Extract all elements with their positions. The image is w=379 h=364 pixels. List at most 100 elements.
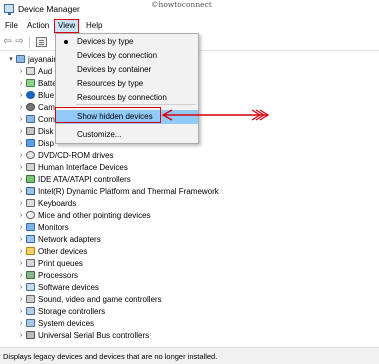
tree-item-label: Print queues: [38, 258, 83, 268]
tree-item-label: Keyboards: [38, 198, 77, 208]
menu-view[interactable]: View: [54, 19, 80, 33]
chevron-right-icon[interactable]: ›: [16, 92, 26, 99]
chevron-right-icon[interactable]: ›: [16, 200, 26, 207]
tree-item-label: Mice and other pointing devices: [38, 210, 151, 220]
tree-item-label: Human Interface Devices: [38, 162, 128, 172]
tree-item-batteries[interactable]: › Batte: [16, 77, 57, 89]
tree-item-label: Monitors: [38, 222, 69, 232]
computer-icon: [16, 55, 25, 63]
software-icon: [26, 283, 35, 291]
tree-root-label: jayanair: [28, 54, 57, 64]
tree-item-label: Disk: [38, 126, 54, 136]
toolbar-separator: [29, 37, 30, 48]
tree-item-computer[interactable]: › Com: [16, 113, 55, 125]
tree-item-sound[interactable]: › Sound, video and game controllers: [16, 293, 162, 305]
chevron-right-icon[interactable]: ›: [16, 116, 26, 123]
tree-item-audio[interactable]: › Aud: [16, 65, 52, 77]
tree-item-display-adapters[interactable]: › Disp: [16, 137, 54, 149]
mouse-icon: [26, 211, 35, 219]
chevron-right-icon[interactable]: ›: [16, 296, 26, 303]
monitor-icon: [26, 223, 35, 231]
other-devices-icon: [26, 247, 35, 255]
tree-item-print-queues[interactable]: › Print queues: [16, 257, 83, 269]
chevron-right-icon[interactable]: ›: [16, 320, 26, 327]
chevron-right-icon[interactable]: ›: [16, 68, 26, 75]
chevron-right-icon[interactable]: ›: [16, 308, 26, 315]
chevron-right-icon[interactable]: ›: [16, 80, 26, 87]
tree-item-label: Batte: [38, 78, 57, 88]
tree-item-label: Blue: [38, 90, 55, 100]
chevron-right-icon[interactable]: ›: [16, 140, 26, 147]
title-bar: Device Manager ©howtoconnect: [0, 0, 379, 18]
tree-item-usb[interactable]: › Universal Serial Bus controllers: [16, 329, 149, 341]
chevron-right-icon[interactable]: ›: [16, 188, 26, 195]
chevron-right-icon[interactable]: ›: [16, 164, 26, 171]
chevron-right-icon[interactable]: ›: [16, 332, 26, 339]
view-devices-by-container[interactable]: Devices by container: [56, 63, 198, 77]
chevron-right-icon[interactable]: ›: [16, 260, 26, 267]
menu-item-label: Devices by type: [77, 37, 134, 46]
tree-item-storage[interactable]: › Storage controllers: [16, 305, 105, 317]
computer-icon: [26, 115, 35, 123]
tree-item-label: Intel(R) Dynamic Platform and Thermal Fr…: [38, 186, 219, 196]
tree-item-label: System devices: [38, 318, 95, 328]
view-menu: Devices by type Devices by connection De…: [55, 33, 199, 144]
tree-item-cameras[interactable]: › Cam: [16, 101, 55, 113]
tree-item-other-devices[interactable]: › Other devices: [16, 245, 88, 257]
tree-item-label: Processors: [38, 270, 79, 280]
menu-help[interactable]: Help: [83, 20, 105, 32]
menu-file[interactable]: File: [2, 20, 21, 32]
view-devices-by-connection[interactable]: Devices by connection: [56, 49, 198, 63]
menu-action[interactable]: Action: [24, 20, 52, 32]
display-adapter-icon: [26, 139, 35, 147]
tree-item-intel[interactable]: › Intel(R) Dynamic Platform and Thermal …: [16, 185, 219, 197]
tree-item-dvd[interactable]: › DVD/CD-ROM drives: [16, 149, 114, 161]
back-arrow-icon[interactable]: ⇦: [2, 37, 13, 47]
tree-item-network[interactable]: › Network adapters: [16, 233, 101, 245]
tree-item-bluetooth[interactable]: › Blue: [16, 89, 54, 101]
chevron-right-icon[interactable]: ›: [16, 128, 26, 135]
tree-item-processors[interactable]: › Processors: [16, 269, 78, 281]
arrow-pointer-icon: [161, 109, 270, 121]
tree-item-label: Cam: [38, 102, 55, 112]
properties-icon[interactable]: [36, 37, 47, 47]
tree-item-disk-drives[interactable]: › Disk: [16, 125, 54, 137]
status-bar: Displays legacy devices and devices that…: [0, 347, 379, 364]
chevron-right-icon[interactable]: ›: [16, 248, 26, 255]
view-devices-by-type[interactable]: Devices by type: [56, 35, 198, 49]
tree-item-ide[interactable]: › IDE ATA/ATAPI controllers: [16, 173, 131, 185]
camera-icon: [26, 103, 35, 111]
chevron-down-icon[interactable]: ▾: [6, 55, 16, 63]
tree-root[interactable]: ▾ jayanair: [6, 53, 56, 65]
view-customize[interactable]: Customize...: [56, 128, 198, 142]
view-resources-by-connection[interactable]: Resources by connection: [56, 91, 198, 105]
view-resources-by-type[interactable]: Resources by type: [56, 77, 198, 91]
tree-item-keyboards[interactable]: › Keyboards: [16, 197, 76, 209]
chevron-right-icon[interactable]: ›: [16, 176, 26, 183]
menu-bar: File Action View Help: [0, 18, 379, 33]
window-title: Device Manager: [18, 4, 80, 14]
tree-item-monitors[interactable]: › Monitors: [16, 221, 69, 233]
menu-item-label: Devices by container: [77, 65, 152, 74]
chevron-right-icon[interactable]: ›: [16, 284, 26, 291]
chevron-right-icon[interactable]: ›: [16, 236, 26, 243]
tree-item-label: DVD/CD-ROM drives: [38, 150, 114, 160]
tree-item-system-devices[interactable]: › System devices: [16, 317, 94, 329]
tree-item-label: Disp: [38, 138, 55, 148]
chevron-right-icon[interactable]: ›: [16, 104, 26, 111]
ide-controller-icon: [26, 175, 35, 183]
watermark: ©howtoconnect: [151, 0, 212, 9]
audio-icon: [26, 67, 35, 75]
device-manager-icon: [4, 4, 14, 15]
tree-item-hid[interactable]: › Human Interface Devices: [16, 161, 128, 173]
disk-drive-icon: [26, 127, 35, 135]
chevron-right-icon[interactable]: ›: [16, 272, 26, 279]
tree-item-software-devices[interactable]: › Software devices: [16, 281, 99, 293]
tree-item-mice[interactable]: › Mice and other pointing devices: [16, 209, 151, 221]
tree-item-label: Network adapters: [38, 234, 101, 244]
chevron-right-icon[interactable]: ›: [16, 152, 26, 159]
forward-arrow-icon[interactable]: ⇨: [14, 37, 25, 47]
chevron-right-icon[interactable]: ›: [16, 224, 26, 231]
chevron-right-icon[interactable]: ›: [16, 212, 26, 219]
bluetooth-icon: [26, 91, 35, 99]
